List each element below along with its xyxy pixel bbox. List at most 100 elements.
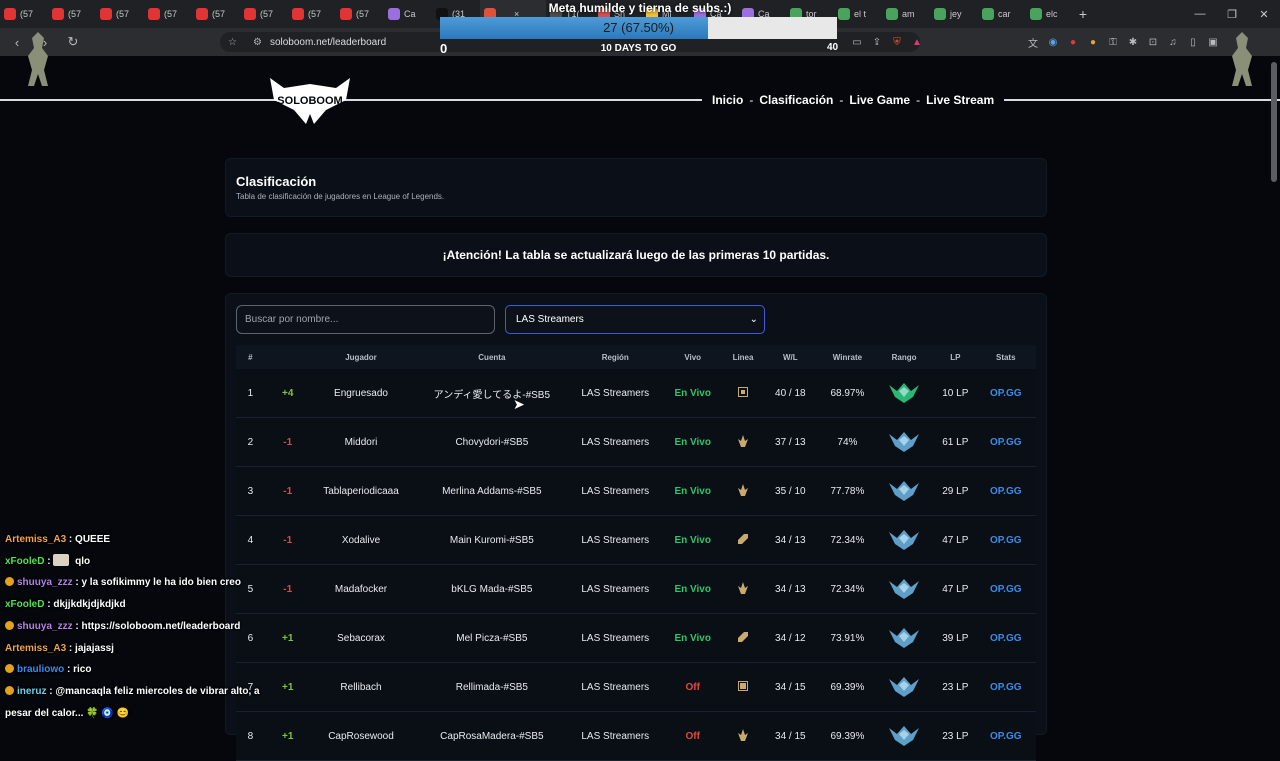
table-row[interactable]: 4 -1 Xodalive Main Kuromi-#SB5 LAS Streamers… (236, 515, 1036, 565)
table-row[interactable]: 8 +1 CapRosewood CapRosaMadera-#SB5 LAS Stre… (236, 711, 1036, 761)
site-info-icon[interactable]: ⚙ (253, 37, 262, 48)
table-row[interactable]: 7 +1 Rellibach Rellimada-#SB5 LAS Streamers O… (236, 662, 1036, 712)
browser-tab[interactable]: (57 (0, 0, 48, 28)
new-tab-button[interactable]: + (1074, 0, 1092, 28)
browser-tab[interactable]: jey (930, 0, 978, 28)
player-name[interactable]: Engruesado (310, 369, 412, 418)
chat-username[interactable]: ineruz (17, 686, 46, 697)
search-input[interactable] (236, 305, 495, 334)
opgg-link[interactable]: OP.GG (975, 564, 1036, 614)
nav-live-game[interactable]: Live Game (845, 93, 914, 107)
browser-tab[interactable]: (57 (288, 0, 336, 28)
minimize-icon[interactable]: — (1184, 0, 1216, 28)
goal-max: 40 (827, 42, 839, 53)
browser-tab[interactable]: (57 (192, 0, 240, 28)
live-status[interactable]: Off (658, 662, 728, 712)
rewards-icon[interactable]: ▲ (910, 35, 924, 49)
chat-username[interactable]: xFooleD (5, 556, 44, 567)
puzzle-icon[interactable]: ✱ (1126, 35, 1140, 49)
sub-badge-icon (5, 685, 14, 695)
rank-position: 1 (236, 369, 265, 418)
password-icon[interactable]: ⚿ (1106, 35, 1120, 49)
player-name[interactable]: Madafocker (310, 564, 412, 614)
browser-tab[interactable]: (57 (96, 0, 144, 28)
position-change: +4 (264, 369, 311, 418)
live-status[interactable]: En Vivo (658, 369, 728, 418)
live-status[interactable]: En Vivo (658, 466, 728, 516)
player-name[interactable]: CapRosewood (310, 711, 412, 761)
live-status[interactable]: En Vivo (658, 564, 728, 614)
wallet-icon[interactable]: ▣ (1206, 35, 1220, 49)
lane-cell (727, 711, 759, 761)
browser-tab[interactable]: Ca (384, 0, 432, 28)
player-name[interactable]: Sebacorax (310, 613, 412, 663)
nav-live-stream[interactable]: Live Stream (922, 93, 998, 107)
page-title: Clasificación (236, 174, 317, 189)
diamond-rank-icon (889, 431, 920, 455)
opgg-link[interactable]: OP.GG (975, 466, 1036, 516)
table-row[interactable]: 5 -1 Madafocker bKLG Mada-#SB5 LAS Streamers… (236, 564, 1036, 614)
browser-tab[interactable]: am (882, 0, 930, 28)
player-name[interactable]: Tablaperiodicaaa (310, 466, 412, 516)
browser-tab[interactable]: (57 (240, 0, 288, 28)
browser-tab[interactable]: (57 (144, 0, 192, 28)
opgg-link[interactable]: OP.GG (975, 515, 1036, 565)
nav-clasificacion[interactable]: Clasificación (755, 93, 837, 107)
table-row[interactable]: 2 -1 Middori Chovydori-#SB5 LAS Streamers En … (236, 417, 1036, 467)
live-status[interactable]: En Vivo (658, 613, 728, 663)
close-window-icon[interactable]: ✕ (1248, 0, 1280, 28)
region-filter-select[interactable]: LAS Streamers ⌄ (505, 305, 765, 334)
live-status[interactable]: En Vivo (658, 417, 728, 467)
player-name[interactable]: Xodalive (310, 515, 412, 565)
chat-text: : jajajassj (66, 642, 114, 654)
sidebar-icon[interactable]: ▯ (1186, 35, 1200, 49)
table-row[interactable]: 6 +1 Sebacorax Mel Picza-#SB5 LAS Streamers E… (236, 613, 1036, 663)
opgg-link[interactable]: OP.GG (975, 369, 1036, 418)
table-row[interactable]: 1 +4 Engruesado アンディ愛してるよ-#SB5 LAS Streamers… (236, 369, 1036, 418)
chat-username[interactable]: shuuya_zzz (17, 577, 73, 588)
chat-username[interactable]: Artemiss_A3 (5, 643, 66, 654)
lane-cell (727, 662, 759, 712)
region: LAS Streamers (572, 613, 659, 663)
audio-icon[interactable]: ◉ (1046, 35, 1060, 49)
chat-username[interactable]: brauliowo (17, 664, 64, 675)
share-icon[interactable]: ⇪ (870, 35, 884, 49)
nav-separator: - (749, 93, 754, 107)
nav-separator: - (916, 93, 921, 107)
translate-icon[interactable]: 文 (1026, 35, 1040, 50)
chat-username[interactable]: shuuya_zzz (17, 621, 73, 632)
league-points: 23 LP (935, 711, 976, 761)
rank-position: 3 (236, 466, 265, 516)
browser-tab[interactable]: elc (1026, 0, 1074, 28)
nav-inicio[interactable]: Inicio (708, 93, 747, 107)
player-name[interactable]: Middori (310, 417, 412, 467)
table-row[interactable]: 3 -1 Tablaperiodicaaa Merlina Addams-#SB5 LA… (236, 466, 1036, 516)
browser-tab[interactable]: (57 (48, 0, 96, 28)
browser-tab[interactable]: car (978, 0, 1026, 28)
lane-cell (727, 466, 759, 516)
live-status[interactable]: En Vivo (658, 515, 728, 565)
bookmark-icon[interactable]: ☆ (228, 37, 237, 48)
opgg-link[interactable]: OP.GG (975, 417, 1036, 467)
extension-icon[interactable]: ● (1086, 35, 1100, 49)
soloboom-logo[interactable]: SOLOBOOM (266, 74, 354, 124)
player-name[interactable]: Rellibach (310, 662, 412, 712)
live-status[interactable]: Off (658, 711, 728, 761)
chat-username[interactable]: xFooleD (5, 599, 44, 610)
music-icon[interactable]: ♫ (1166, 35, 1180, 49)
page-scrollbar-thumb[interactable] (1271, 62, 1277, 182)
chat-username[interactable]: Artemiss_A3 (5, 534, 66, 545)
reload-icon[interactable]: ↻ (62, 31, 84, 53)
browser-tab[interactable]: (57 (336, 0, 384, 28)
browser-tab[interactable]: el t (834, 0, 882, 28)
restore-icon[interactable]: ❐ (1216, 0, 1248, 28)
opgg-link[interactable]: OP.GG (975, 613, 1036, 663)
win-loss: 40 / 18 (758, 369, 822, 418)
opgg-link[interactable]: OP.GG (975, 662, 1036, 712)
win-loss: 34 / 13 (758, 515, 822, 565)
opgg-link[interactable]: OP.GG (975, 711, 1036, 761)
brave-shield-icon[interactable]: ⛨ (890, 35, 904, 49)
record-icon[interactable]: ● (1066, 35, 1080, 49)
install-icon[interactable]: ▭ (850, 35, 864, 49)
screenshot-icon[interactable]: ⊡ (1146, 35, 1160, 49)
